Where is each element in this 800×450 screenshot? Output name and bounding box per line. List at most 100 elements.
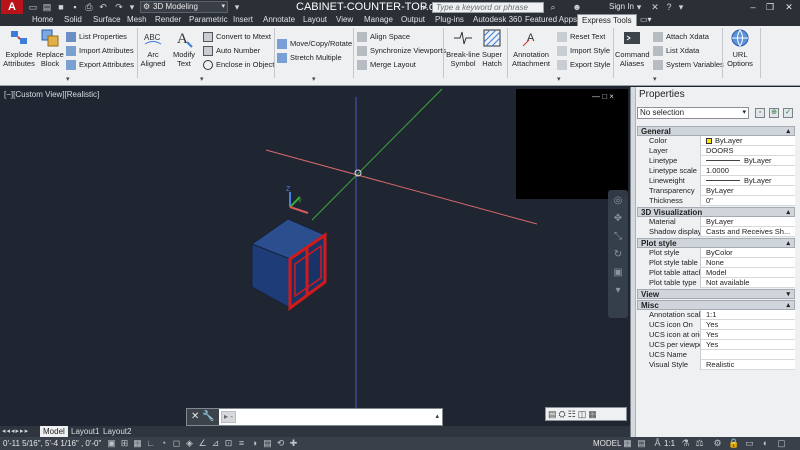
property-value[interactable]: Yes bbox=[703, 330, 795, 340]
annotation-monitor-icon[interactable]: ✚ bbox=[288, 438, 299, 449]
property-row[interactable]: UCS icon at originYes bbox=[637, 330, 795, 340]
tab-home[interactable]: Home bbox=[28, 14, 57, 26]
property-value[interactable]: Casts and Receives Sh... bbox=[703, 227, 795, 237]
modify-panel-expand-icon[interactable]: ▾ bbox=[312, 75, 316, 83]
convert-to-mtext-button[interactable]: Convert to Mtext bbox=[203, 31, 271, 43]
annotation-attachment-button[interactable]: A Annotation Attachment bbox=[509, 28, 553, 68]
search-expand-icon[interactable]: ▸ bbox=[420, 2, 430, 12]
property-row[interactable]: Plot table attache...Model bbox=[637, 268, 795, 278]
exchange-icon[interactable]: ✕ bbox=[650, 2, 660, 12]
property-value[interactable]: Realistic bbox=[703, 360, 795, 370]
attach-xdata-button[interactable]: Attach Xdata bbox=[653, 31, 709, 43]
url-options-button[interactable]: URL Options bbox=[725, 28, 755, 68]
undo-icon[interactable]: ↶ bbox=[98, 2, 108, 12]
system-variables-button[interactable]: System Variables bbox=[653, 59, 724, 71]
property-row[interactable]: Visual Style Realistic bbox=[637, 360, 795, 370]
auto-scale-icon[interactable]: ⚖ bbox=[694, 438, 705, 449]
tab-featured-apps[interactable]: Featured Apps bbox=[521, 14, 581, 26]
merge-layout-button[interactable]: Merge Layout bbox=[357, 59, 416, 71]
tab-parametric[interactable]: Parametric bbox=[185, 14, 232, 26]
dynamic-ucs-icon[interactable]: ⊿ bbox=[210, 438, 221, 449]
showmotion-icon[interactable]: ▣ bbox=[611, 266, 625, 280]
property-row[interactable]: Layer DOORS bbox=[637, 146, 795, 156]
super-hatch-button[interactable]: Super Hatch bbox=[480, 28, 504, 68]
open-file-icon[interactable]: ▤ bbox=[42, 2, 52, 12]
command-history-caret-icon[interactable]: ▴ bbox=[435, 412, 439, 420]
property-row[interactable]: Thickness 0" bbox=[637, 196, 795, 206]
sign-in-button[interactable]: Sign In bbox=[597, 0, 634, 14]
property-value[interactable]: Yes bbox=[703, 320, 795, 330]
object-selection-dropdown[interactable]: No selection ▾ bbox=[637, 107, 749, 119]
workspace-dropdown[interactable]: ⚙ 3D Modeling ▾ bbox=[140, 1, 228, 13]
ribbon-minimize-icon[interactable]: ▭▾ bbox=[636, 14, 656, 26]
3d-object-snap-icon[interactable]: ◈ bbox=[184, 438, 195, 449]
qat-more-icon[interactable]: ▾ bbox=[232, 2, 242, 12]
minimize-button[interactable]: ‒ bbox=[746, 1, 760, 13]
hardware-acceleration-icon[interactable]: ▭ bbox=[744, 438, 755, 449]
snap-mode-icon[interactable]: ⊞ bbox=[119, 438, 130, 449]
lineweight-icon[interactable]: ≡ bbox=[236, 438, 247, 449]
tab-autodesk-360[interactable]: Autodesk 360 bbox=[469, 14, 526, 26]
break-line-symbol-button[interactable]: Break-line Symbol bbox=[446, 28, 480, 68]
redo-icon[interactable]: ↷ bbox=[114, 2, 124, 12]
quick-view-layouts-icon[interactable]: ▦ bbox=[622, 438, 633, 449]
object-snap-icon[interactable]: ◻ bbox=[171, 438, 182, 449]
property-value[interactable]: None bbox=[703, 258, 795, 268]
blocks-panel-expand-icon[interactable]: ▾ bbox=[66, 75, 70, 83]
select-objects-icon[interactable]: ⊕ bbox=[769, 108, 779, 118]
pan-icon[interactable]: ✥ bbox=[611, 212, 625, 226]
property-value[interactable]: ByLayer bbox=[703, 136, 795, 146]
tab-surface[interactable]: Surface bbox=[89, 14, 125, 26]
grid-display-icon[interactable]: ▦ bbox=[132, 438, 143, 449]
ortho-mode-icon[interactable]: ∟ bbox=[145, 438, 156, 449]
isolate-objects-icon[interactable]: ◐ bbox=[760, 438, 771, 449]
tools-panel-expand-icon[interactable]: ▾ bbox=[653, 75, 657, 83]
list-xdata-button[interactable]: List Xdata bbox=[653, 45, 699, 57]
property-value[interactable]: Not available bbox=[703, 278, 795, 288]
user-icon[interactable]: ☻ bbox=[572, 2, 582, 12]
tab-model[interactable]: Model bbox=[40, 426, 68, 437]
auto-number-button[interactable]: Auto Number bbox=[203, 45, 260, 57]
text-panel-expand-icon[interactable]: ▾ bbox=[200, 75, 204, 83]
layout-scroll-arrows-icon[interactable]: ◂◂◂▸▸▸ bbox=[2, 426, 29, 437]
list-properties-button[interactable]: List Properties bbox=[66, 31, 127, 43]
orbit-icon[interactable]: ↻ bbox=[611, 248, 625, 262]
move-copy-rotate-button[interactable]: Move/Copy/Rotate bbox=[277, 38, 352, 50]
property-row[interactable]: UCS icon On Yes bbox=[637, 320, 795, 330]
signin-dropdown-icon[interactable]: ▾ bbox=[634, 2, 644, 12]
save-icon[interactable]: ■ bbox=[56, 2, 66, 12]
property-row[interactable]: Material ByLayer bbox=[637, 217, 795, 227]
property-row[interactable]: UCS per viewportYes bbox=[637, 340, 795, 350]
quick-select-icon[interactable]: ✓ bbox=[783, 108, 793, 118]
property-value[interactable]: 0" bbox=[703, 196, 795, 206]
property-row[interactable]: Transparency ByLayer bbox=[637, 186, 795, 196]
zoom-icon[interactable]: ⤡ bbox=[611, 230, 625, 244]
export-attributes-button[interactable]: Export Attributes bbox=[66, 59, 134, 71]
quick-properties-icon[interactable]: ▤ bbox=[262, 438, 273, 449]
property-value[interactable]: ByLayer bbox=[703, 176, 795, 186]
property-value[interactable]: Yes bbox=[703, 340, 795, 350]
tab-layout[interactable]: Layout bbox=[299, 14, 331, 26]
property-row[interactable]: Linetype ByLayer bbox=[637, 156, 795, 166]
coordinate-readout[interactable]: 0'-11 5/16", 5'-4 1/16" , 0'-0" bbox=[3, 437, 101, 450]
command-line[interactable]: ✕ 🔧 ▸ - ▴ bbox=[186, 408, 443, 426]
tab-annotate[interactable]: Annotate bbox=[259, 14, 299, 26]
steering-wheel-icon[interactable]: ◎ bbox=[611, 194, 625, 208]
command-prompt-input[interactable]: ▸ - bbox=[221, 411, 236, 423]
enclose-in-object-button[interactable]: Enclose in Object bbox=[203, 59, 274, 71]
import-attributes-button[interactable]: Import Attributes bbox=[66, 45, 134, 57]
qat-dropdown-icon[interactable]: ▾ bbox=[127, 2, 137, 12]
palette-title-strip[interactable] bbox=[631, 87, 636, 437]
property-value[interactable]: ByLayer bbox=[703, 186, 795, 196]
category-general[interactable]: General ▴ bbox=[637, 126, 795, 136]
reset-text-button[interactable]: Reset Text bbox=[557, 31, 605, 43]
property-value[interactable]: 1.0000 bbox=[703, 166, 795, 176]
category-plot-style[interactable]: Plot style ▴ bbox=[637, 238, 795, 248]
new-file-icon[interactable]: ▭ bbox=[28, 2, 38, 12]
dimension-panel-expand-icon[interactable]: ▾ bbox=[557, 75, 561, 83]
align-space-button[interactable]: Align Space bbox=[357, 31, 410, 43]
property-row[interactable]: Plot style table None bbox=[637, 258, 795, 268]
tab-mesh[interactable]: Mesh bbox=[123, 14, 151, 26]
property-row[interactable]: Plot style ByColor bbox=[637, 248, 795, 258]
synchronize-viewports-button[interactable]: Synchronize Viewports bbox=[357, 45, 446, 57]
